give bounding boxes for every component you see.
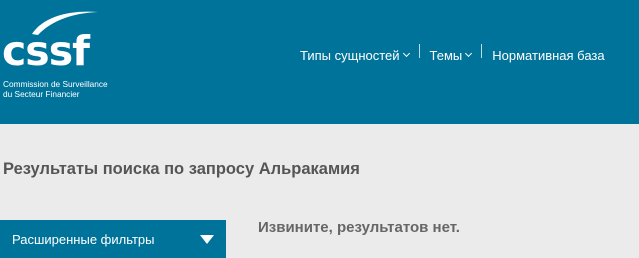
site-header: cssf Commission de Surveillance du Secte…	[0, 0, 639, 124]
chevron-down-icon	[402, 49, 410, 58]
logo-subtitle-line-2: du Secteur Financier	[3, 89, 80, 99]
nav-item-regulatory-framework[interactable]: Нормативная база	[482, 48, 614, 63]
logo-wordmark: cssf	[2, 27, 90, 75]
nav-item-label: Нормативная база	[492, 47, 605, 63]
nav-item-label: Типы сущностей	[300, 47, 400, 63]
main-nav: Типы сущностей Темы Нормативная база	[290, 42, 615, 68]
filter-icon	[200, 234, 214, 244]
advanced-filters-button[interactable]: Расширенные фильтры	[0, 220, 226, 258]
logo-subtitle: Commission de Surveillance du Secteur Fi…	[3, 79, 108, 99]
advanced-filters-label: Расширенные фильтры	[12, 231, 155, 247]
chevron-down-icon	[465, 49, 473, 58]
nav-item-topics[interactable]: Темы	[420, 48, 482, 63]
nav-item-entity-types[interactable]: Типы сущностей	[290, 48, 419, 63]
nav-item-label: Темы	[429, 47, 463, 63]
cssf-logo[interactable]: cssf Commission de Surveillance du Secte…	[0, 0, 140, 110]
logo-subtitle-line-1: Commission de Surveillance	[3, 79, 108, 89]
search-results-title: Результаты поиска по запросу Альракамия	[3, 160, 360, 178]
no-results-message: Извините, результатов нет.	[258, 219, 460, 236]
